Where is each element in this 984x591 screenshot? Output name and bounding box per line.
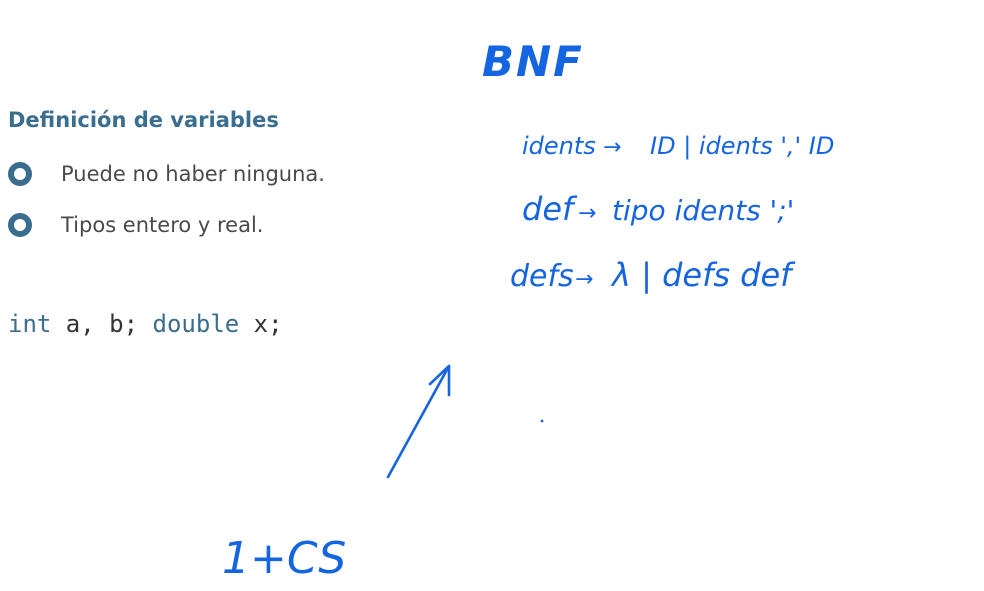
slide-heading: Definición de variables [8, 108, 279, 132]
bullet-text: Puede no haber ninguna. [61, 162, 325, 186]
bullet-ring-icon [8, 162, 32, 186]
bullet-text: Tipos entero y real. [61, 213, 264, 237]
code-snippet: int a, b; double x; [8, 310, 283, 338]
code-keyword-int: int [8, 310, 52, 338]
code-part: a, b; [51, 310, 153, 338]
bullet-list: Puede no haber ninguna. Tipos entero y r… [8, 160, 325, 262]
code-part: x; [239, 310, 283, 338]
bullet-item: Tipos entero y real. [8, 211, 325, 239]
code-keyword-double: double [152, 310, 240, 338]
bullet-item: Puede no haber ninguna. [8, 160, 325, 188]
bullet-ring-icon [8, 213, 32, 237]
slide: Definición de variables Puede no haber n… [0, 0, 984, 591]
